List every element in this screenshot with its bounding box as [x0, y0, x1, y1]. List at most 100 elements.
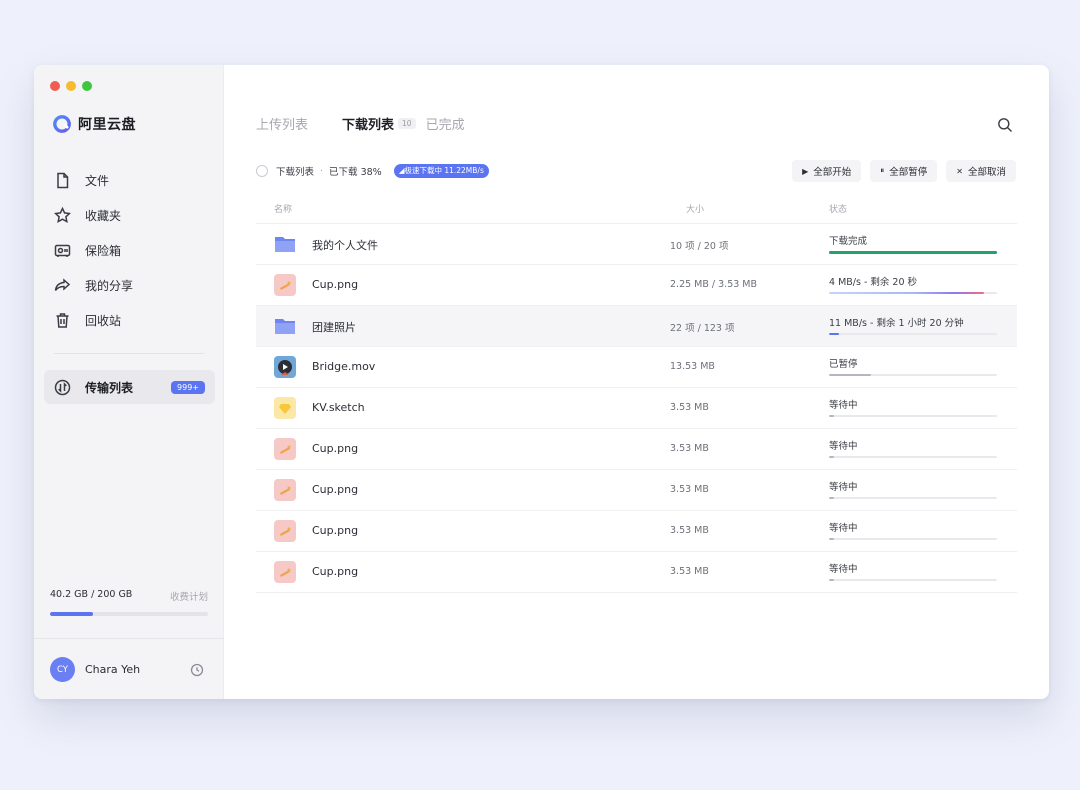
search-icon: [998, 118, 1012, 132]
transfer-count-badge: 999+: [171, 381, 205, 394]
file-name: Cup.png: [312, 524, 359, 537]
sidebar-item-label: 回收站: [85, 314, 122, 328]
tab-completed[interactable]: 已完成: [426, 114, 465, 133]
row-progress-bar: [829, 538, 997, 540]
file-name: Cup.png: [312, 442, 359, 455]
file-name: Cup.png: [312, 565, 359, 578]
window-controls: [50, 81, 92, 91]
row-progress-fill: [829, 579, 835, 581]
file-size: 3.53 MB: [670, 402, 709, 413]
row-progress-fill: [829, 497, 835, 499]
file-name: Cup.png: [312, 278, 359, 291]
sidebar-divider: [54, 353, 204, 354]
table-row[interactable]: 我的个人文件 10 项 / 20 项 下载完成: [256, 224, 1017, 265]
sidebar-item-favorites[interactable]: 收藏夹: [44, 198, 214, 233]
start-all-label: 全部开始: [813, 167, 852, 178]
file-name: KV.sketch: [312, 401, 365, 414]
table-row[interactable]: 团建照片 22 项 / 123 项 11 MB/s - 剩余 1 小时 20 分钟: [256, 306, 1017, 347]
main-panel: 上传列表 下载列表 10 已完成 下载列表 · 已下载 38% ◢极速下载中 1…: [224, 65, 1049, 699]
share-icon: [54, 278, 71, 291]
table-row[interactable]: Cup.png 2.25 MB / 3.53 MB 4 MB/s - 剩余 20 秒: [256, 265, 1017, 306]
sidebar-item-label: 收藏夹: [85, 209, 122, 223]
row-progress-bar: [829, 415, 997, 417]
user-name: Chara Yeh: [85, 663, 141, 676]
file-size: 3.53 MB: [670, 525, 709, 536]
sidebar-item-files[interactable]: 文件: [44, 163, 214, 198]
file-status: 4 MB/s - 剩余 20 秒: [829, 277, 918, 288]
storage-usage: 40.2 GB / 200 GB 收费计划: [50, 589, 208, 616]
pricing-plan-link[interactable]: 收费计划: [170, 589, 208, 603]
image-file-icon: [274, 479, 296, 501]
star-icon: [54, 207, 71, 224]
sidebar-item-safe[interactable]: 保险箱: [44, 233, 214, 268]
table-row[interactable]: Bridge.mov 13.53 MB 已暂停: [256, 347, 1017, 388]
table-row[interactable]: Cup.png 3.53 MB 等待中: [256, 552, 1017, 593]
transfer-icon: [54, 379, 71, 395]
sidebar-item-transfers[interactable]: 传输列表 999+: [44, 370, 215, 404]
brand-name: 阿里云盘: [78, 117, 136, 133]
sidebar: 阿里云盘 文件 收藏夹 保险箱 我的分享 回收站 传输列表 999+ 40.2 …: [34, 65, 224, 699]
table-row[interactable]: KV.sketch 3.53 MB 等待中: [256, 388, 1017, 429]
file-size: 2.25 MB / 3.53 MB: [670, 279, 758, 290]
storage-progress-fill: [50, 612, 93, 616]
search-button[interactable]: [997, 117, 1013, 133]
file-status: 等待中: [829, 482, 858, 493]
image-file-icon: [274, 561, 296, 583]
cancel-all-button[interactable]: ✕ 全部取消: [946, 160, 1016, 182]
file-status: 已暂停: [829, 359, 858, 370]
row-progress-bar: [829, 579, 997, 581]
file-size: 3.53 MB: [670, 443, 709, 454]
start-all-button[interactable]: ▶ 全部开始: [792, 160, 862, 182]
row-progress-fill: [829, 292, 984, 294]
file-status: 等待中: [829, 564, 858, 575]
close-icon: ✕: [956, 166, 963, 176]
user-settings-button[interactable]: [190, 662, 204, 677]
settings-icon: [190, 663, 204, 677]
avatar[interactable]: CY: [50, 657, 75, 682]
pause-all-button[interactable]: ⏸ 全部暂停: [870, 160, 938, 182]
row-progress-fill: [829, 415, 835, 417]
file-status: 等待中: [829, 523, 858, 534]
summary-separator: ·: [320, 165, 324, 177]
column-header-status: 状态: [829, 205, 848, 215]
file-icon: [57, 172, 69, 189]
file-status: 11 MB/s - 剩余 1 小时 20 分钟: [829, 318, 964, 329]
tab-upload-list[interactable]: 上传列表: [256, 114, 308, 133]
sidebar-item-label: 传输列表: [85, 380, 134, 395]
storage-used-text: 40.2 GB / 200 GB: [50, 589, 133, 600]
maximize-window-button[interactable]: [82, 81, 92, 91]
play-icon: ▶: [802, 166, 809, 176]
row-progress-bar: [829, 456, 997, 458]
user-divider: [34, 638, 224, 639]
file-name: 我的个人文件: [312, 239, 378, 252]
table-row[interactable]: Cup.png 3.53 MB 等待中: [256, 511, 1017, 552]
sidebar-item-shares[interactable]: 我的分享: [44, 268, 214, 303]
row-progress-fill: [829, 456, 835, 458]
row-progress-bar: [829, 374, 997, 376]
app-window: 阿里云盘 文件 收藏夹 保险箱 我的分享 回收站 传输列表 999+ 40.2 …: [34, 65, 1049, 699]
summary-list-label: 下载列表: [276, 167, 315, 178]
safe-icon: [54, 244, 71, 257]
select-all-checkbox[interactable]: [256, 165, 268, 177]
row-progress-bar: [829, 251, 997, 254]
close-window-button[interactable]: [50, 81, 60, 91]
file-status: 等待中: [829, 441, 858, 452]
row-progress-fill: [829, 333, 840, 335]
pause-all-label: 全部暂停: [889, 167, 928, 178]
file-name: Cup.png: [312, 483, 359, 496]
file-name: 团建照片: [312, 321, 356, 334]
column-header-size: 大小: [686, 205, 705, 215]
pause-icon: ⏸: [880, 166, 885, 175]
sidebar-item-trash[interactable]: 回收站: [44, 303, 214, 338]
brand-logo-icon: [53, 115, 71, 133]
file-size: 10 项 / 20 项: [670, 241, 729, 252]
image-file-icon: [274, 520, 296, 542]
folder-icon: [274, 315, 296, 337]
minimize-window-button[interactable]: [66, 81, 76, 91]
tab-download-list[interactable]: 下载列表: [342, 114, 394, 133]
storage-progress-bar: [50, 612, 208, 616]
table-row[interactable]: Cup.png 3.53 MB 等待中: [256, 470, 1017, 511]
download-summary: 下载列表 · 已下载 38% ◢极速下载中 11.22MB/s: [256, 164, 489, 178]
user-profile[interactable]: CY Chara Yeh: [50, 657, 140, 682]
table-row[interactable]: Cup.png 3.53 MB 等待中: [256, 429, 1017, 470]
